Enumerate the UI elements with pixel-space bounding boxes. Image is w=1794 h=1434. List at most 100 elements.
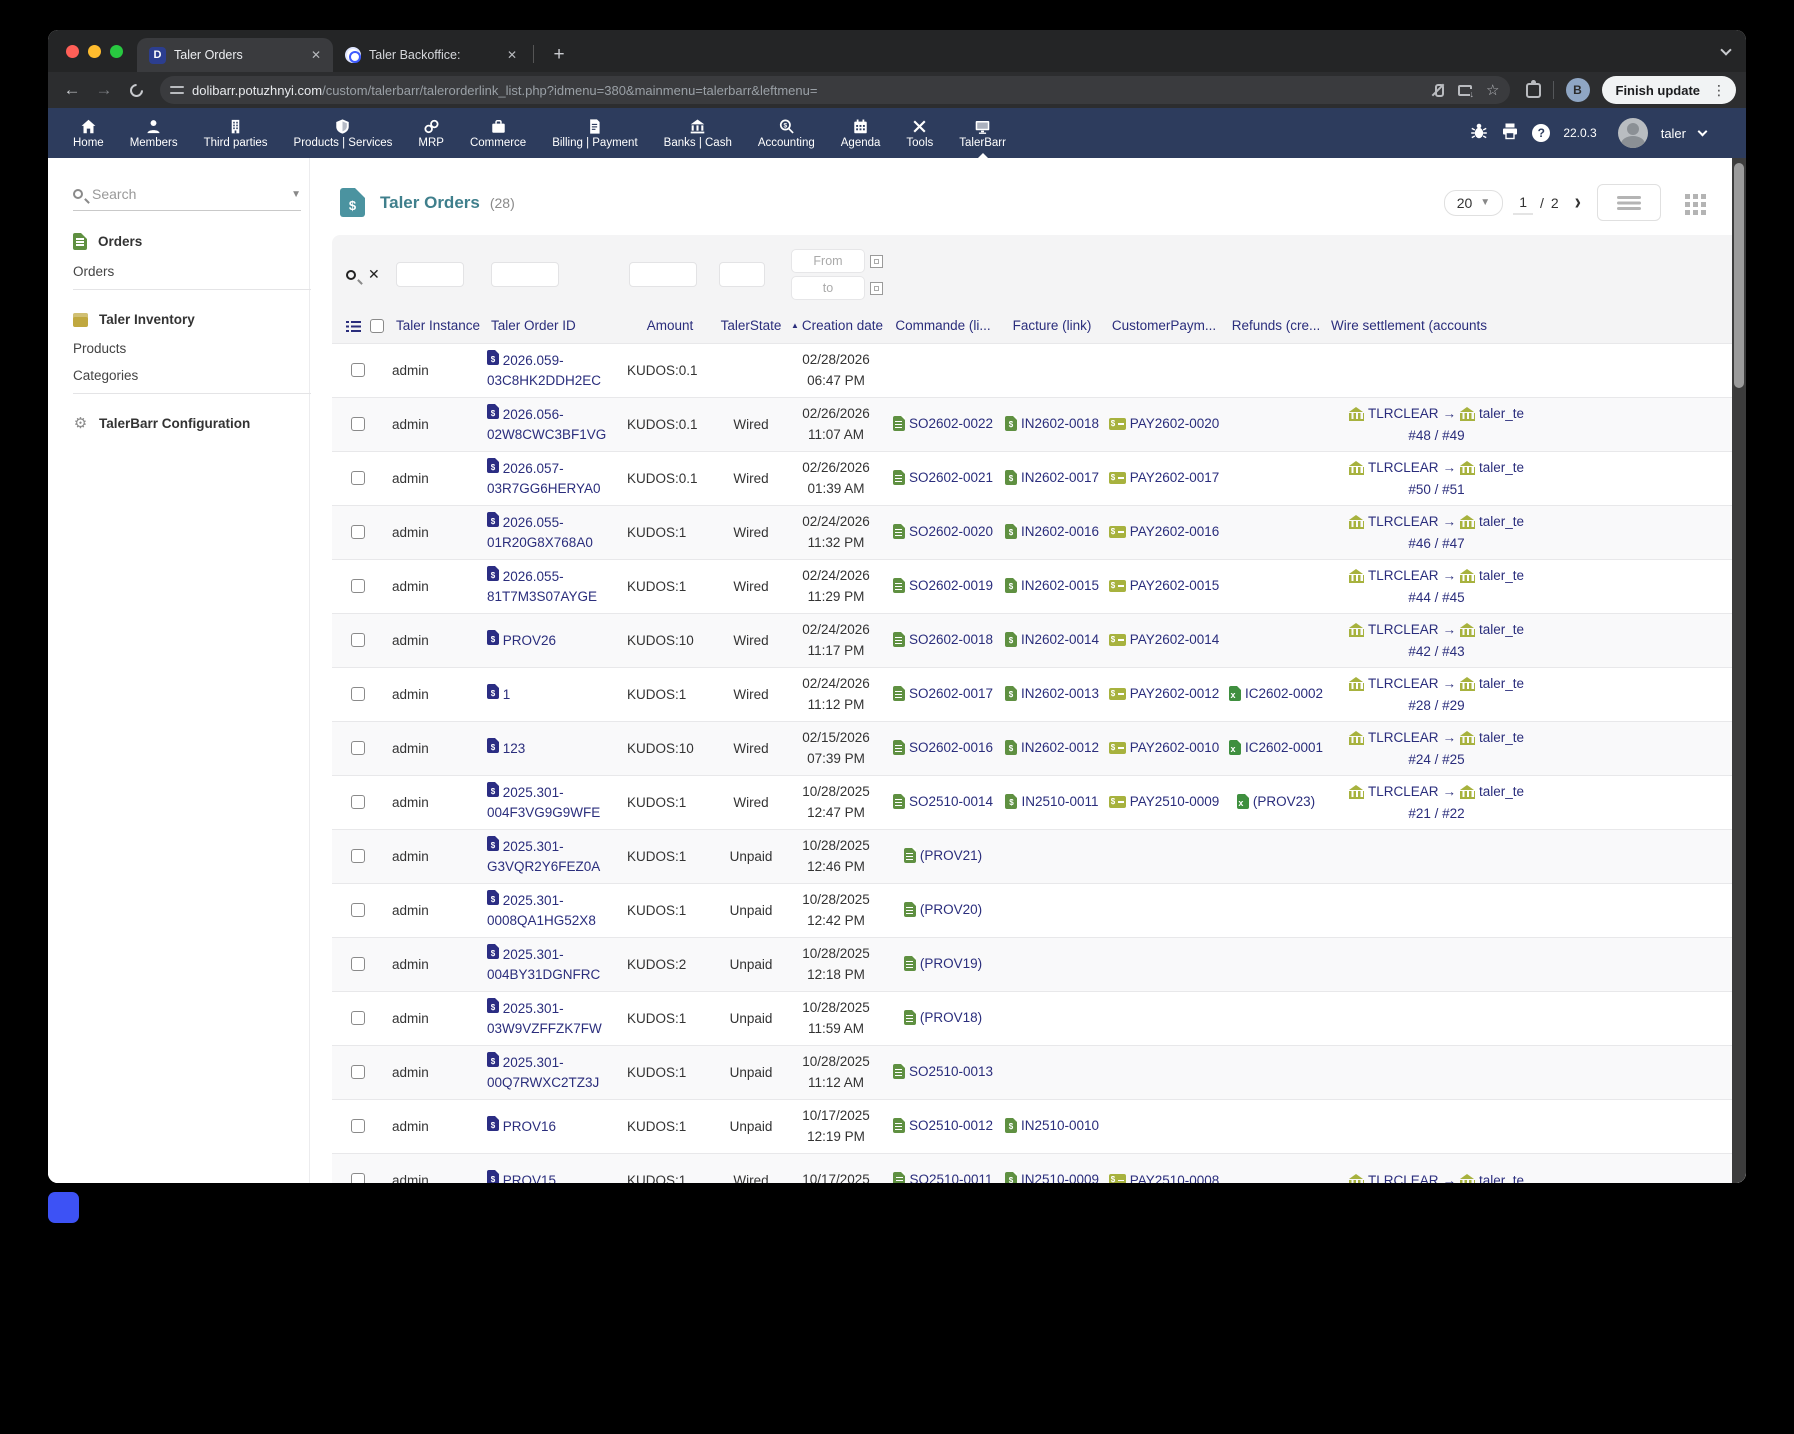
row-checkbox[interactable]: [351, 525, 365, 539]
column-header-taler-order-id[interactable]: Taler Order ID: [487, 310, 625, 344]
order-id-link[interactable]: 1: [503, 687, 511, 702]
column-header-facture-link[interactable]: Facture (link): [1001, 310, 1103, 344]
refund-link[interactable]: IC2602-0002: [1245, 686, 1323, 701]
clear-filter-icon[interactable]: ✕: [368, 266, 380, 283]
next-page-button[interactable]: ›: [1575, 189, 1581, 215]
commande-link[interactable]: (PROV21): [920, 848, 982, 863]
facture-link[interactable]: IN2602-0014: [1021, 632, 1099, 647]
wire-dest-link[interactable]: taler_te: [1479, 673, 1524, 695]
url-text[interactable]: dolibarr.potuzhnyi.com/custom/talerbarr/…: [192, 83, 1423, 98]
wire-dest-link[interactable]: taler_te: [1479, 403, 1524, 425]
facture-link[interactable]: IN2602-0016: [1021, 524, 1099, 539]
column-header-talerstate[interactable]: TalerState: [715, 310, 787, 344]
commande-link[interactable]: SO2602-0019: [909, 578, 993, 593]
facture-link[interactable]: IN2602-0013: [1021, 686, 1099, 701]
payment-link[interactable]: PAY2602-0020: [1130, 416, 1220, 431]
payment-link[interactable]: PAY2602-0017: [1130, 470, 1220, 485]
wire-dest-link[interactable]: taler_te: [1479, 511, 1524, 533]
filter-state-input[interactable]: [719, 262, 765, 287]
wire-refs[interactable]: #48 / #49: [1408, 428, 1464, 443]
wire-dest-link[interactable]: taler_te: [1479, 1170, 1524, 1183]
wire-refs[interactable]: #46 / #47: [1408, 536, 1464, 551]
order-id-link[interactable]: 2025.301-0008QA1HG52X8: [487, 893, 596, 928]
browser-menu-icon[interactable]: ⋮: [1708, 82, 1730, 99]
wire-refs[interactable]: #24 / #25: [1408, 752, 1464, 767]
sidebar-search[interactable]: Search ▼: [73, 186, 301, 211]
select-all-checkbox[interactable]: [370, 319, 384, 333]
tab-close-icon[interactable]: ✕: [311, 48, 321, 62]
wire-source-link[interactable]: TLRCLEAR: [1368, 727, 1439, 749]
field-selector-icon[interactable]: [346, 320, 361, 332]
order-id-link[interactable]: 123: [503, 741, 526, 756]
topnav-item-billing-payment[interactable]: Billing | Payment: [539, 108, 650, 158]
search-input[interactable]: Search: [92, 186, 282, 202]
filter-date-from-input[interactable]: [791, 249, 865, 273]
filter-instance-input[interactable]: [396, 262, 464, 287]
page-scrollbar[interactable]: [1732, 158, 1746, 1183]
order-id-link[interactable]: 2026.055-01R20G8X768A0: [487, 515, 593, 550]
payment-link[interactable]: PAY2602-0010: [1130, 740, 1220, 755]
sidebar-section-header[interactable]: ⚙ TalerBarr Configuration: [73, 412, 311, 439]
topnav-item-talerbarr[interactable]: TalerBarr: [946, 108, 1019, 158]
column-header-taler-instance[interactable]: Taler Instance: [392, 310, 487, 344]
current-page[interactable]: 1: [1513, 191, 1533, 215]
order-id-link[interactable]: 2025.301-004BY31DGNFRC: [487, 947, 600, 982]
topnav-item-commerce[interactable]: Commerce: [457, 108, 539, 158]
payment-link[interactable]: PAY2510-0008: [1130, 1173, 1220, 1184]
topnav-item-agenda[interactable]: Agenda: [828, 108, 894, 158]
user-name[interactable]: taler: [1661, 126, 1686, 141]
user-avatar[interactable]: [1618, 118, 1648, 148]
commande-link[interactable]: SO2602-0022: [909, 416, 993, 431]
minimize-window-button[interactable]: [88, 45, 101, 58]
browser-profile-avatar[interactable]: B: [1566, 78, 1590, 102]
install-app-icon[interactable]: [1458, 85, 1472, 96]
commande-link[interactable]: (PROV18): [920, 1010, 982, 1025]
column-header-customerpaym[interactable]: CustomerPaym...: [1103, 310, 1225, 344]
commande-link[interactable]: SO2510-0011: [909, 1172, 992, 1183]
sidebar-section-header[interactable]: Taler Inventory: [73, 308, 311, 335]
calendar-icon[interactable]: [870, 255, 883, 268]
payment-link[interactable]: PAY2602-0016: [1130, 524, 1220, 539]
commande-link[interactable]: SO2510-0013: [909, 1064, 993, 1079]
commande-link[interactable]: (PROV20): [920, 902, 982, 917]
sidebar-item-orders[interactable]: Orders: [73, 258, 311, 285]
back-button[interactable]: ←: [58, 80, 86, 100]
bookmark-star-icon[interactable]: ☆: [1486, 81, 1499, 99]
wire-dest-link[interactable]: taler_te: [1479, 781, 1524, 803]
filter-date-to-input[interactable]: [791, 276, 865, 300]
refund-link[interactable]: (PROV23): [1253, 794, 1315, 809]
apply-filter-icon[interactable]: [346, 270, 356, 280]
wire-dest-link[interactable]: taler_te: [1479, 727, 1524, 749]
commande-link[interactable]: SO2602-0020: [909, 524, 993, 539]
topnav-item-tools[interactable]: Tools: [893, 108, 946, 158]
wire-source-link[interactable]: TLRCLEAR: [1368, 673, 1439, 695]
calendar-icon[interactable]: [870, 282, 883, 295]
row-checkbox[interactable]: [351, 849, 365, 863]
print-icon[interactable]: [1501, 122, 1519, 145]
maximize-window-button[interactable]: [110, 45, 123, 58]
commande-link[interactable]: SO2602-0017: [909, 686, 993, 701]
facture-link[interactable]: IN2510-0009: [1021, 1172, 1099, 1183]
wire-source-link[interactable]: TLRCLEAR: [1368, 403, 1439, 425]
commande-link[interactable]: SO2602-0021: [909, 470, 993, 485]
wire-source-link[interactable]: TLRCLEAR: [1368, 781, 1439, 803]
topnav-item-banks-cash[interactable]: Banks | Cash: [651, 108, 745, 158]
search-dropdown-icon[interactable]: ▼: [291, 189, 301, 200]
new-tab-button[interactable]: +: [546, 44, 572, 66]
scrollbar-thumb[interactable]: [1734, 163, 1744, 388]
wire-source-link[interactable]: TLRCLEAR: [1368, 1170, 1439, 1183]
facture-link[interactable]: IN2602-0015: [1021, 578, 1099, 593]
row-checkbox[interactable]: [351, 903, 365, 917]
wire-refs[interactable]: #28 / #29: [1408, 698, 1464, 713]
refund-link[interactable]: IC2602-0001: [1245, 740, 1323, 755]
column-header-creation-date[interactable]: ▲Creation date: [787, 310, 885, 344]
facture-link[interactable]: IN2602-0017: [1021, 470, 1099, 485]
commande-link[interactable]: SO2510-0014: [909, 794, 993, 809]
order-id-link[interactable]: PROV15: [503, 1173, 556, 1183]
order-id-link[interactable]: 2026.056-02W8CWC3BF1VG: [487, 407, 606, 442]
row-checkbox[interactable]: [351, 1119, 365, 1133]
payment-link[interactable]: PAY2510-0009: [1130, 794, 1220, 809]
wire-refs[interactable]: #44 / #45: [1408, 590, 1464, 605]
wire-source-link[interactable]: TLRCLEAR: [1368, 565, 1439, 587]
order-id-link[interactable]: PROV26: [503, 633, 556, 648]
